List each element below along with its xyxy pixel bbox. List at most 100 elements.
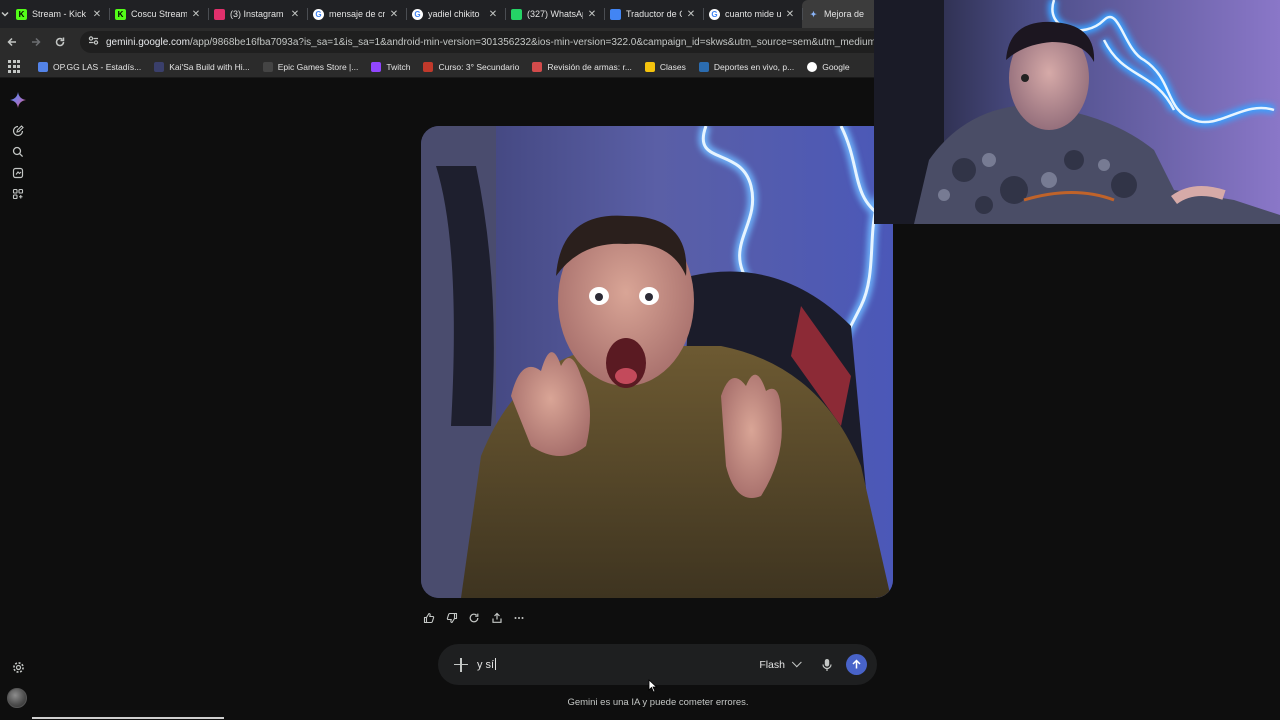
browser-tab[interactable]: K Coscu Stream ✕ xyxy=(109,0,208,28)
disclaimer-text: Gemini es una IA y puede cometer errores… xyxy=(567,697,749,708)
chevron-down-icon xyxy=(791,657,802,668)
close-tab-icon[interactable]: ✕ xyxy=(190,9,202,20)
reload-icon xyxy=(55,37,65,47)
new-chat-icon[interactable] xyxy=(9,122,27,140)
browser-tab[interactable]: (327) WhatsAp ✕ xyxy=(505,0,604,28)
bookmark-favicon-icon xyxy=(644,61,655,72)
bookmark-favicon-icon xyxy=(154,61,165,72)
browser-tab[interactable]: Traductor de G ✕ xyxy=(604,0,703,28)
regenerate-icon[interactable] xyxy=(463,609,485,627)
bookmark-label: Clases xyxy=(659,61,686,72)
site-info-icon[interactable] xyxy=(88,35,99,49)
bookmark-label: Google xyxy=(822,61,850,72)
thumbs-up-icon[interactable] xyxy=(418,609,440,627)
gemini-icon: ✦ xyxy=(810,9,817,19)
bookmark-item[interactable]: Epic Games Store |... xyxy=(262,61,359,72)
bookmark-item[interactable]: OP.GG LAS - Estadís... xyxy=(38,61,142,72)
bookmark-item[interactable]: Twitch xyxy=(371,61,411,72)
close-tab-icon[interactable]: ✕ xyxy=(487,9,499,20)
tab-search-menu-icon[interactable] xyxy=(0,0,10,28)
url-path: /app/9868be16fba7093a?is_sa=1&is_sa=1&an… xyxy=(189,36,880,48)
apps-icon[interactable] xyxy=(9,185,27,203)
more-options-icon[interactable] xyxy=(508,609,530,627)
bookmark-item[interactable]: Curso: 3° Secundario xyxy=(423,61,520,72)
search-icon[interactable] xyxy=(9,143,27,161)
bookmark-item[interactable]: Kai'Sa Build with Hi... xyxy=(154,61,250,72)
tab-title: Traductor de G xyxy=(626,9,682,19)
thumbs-down-icon[interactable] xyxy=(441,609,463,627)
response-actions xyxy=(418,609,531,627)
url-host: gemini.google.com xyxy=(106,36,190,48)
google-icon: G xyxy=(709,8,720,20)
model-label: Flash xyxy=(759,658,785,671)
progress-line xyxy=(32,717,224,719)
close-tab-icon[interactable]: ✕ xyxy=(784,9,796,20)
close-tab-icon[interactable]: ✕ xyxy=(685,9,697,20)
bookmark-label: OP.GG LAS - Estadís... xyxy=(53,61,142,72)
add-attachment-icon[interactable] xyxy=(454,657,468,672)
generated-image[interactable] xyxy=(421,126,893,598)
model-selector[interactable]: Flash xyxy=(759,657,802,671)
bookmark-favicon-icon xyxy=(698,61,709,72)
browser-toolbar: gemini.google.com/app/9868be16fba7093a?i… xyxy=(0,28,880,56)
whatsapp-icon xyxy=(511,8,522,20)
browser-tabstrip: K Stream - Kick ✕ K Coscu Stream ✕ (3) Instagr… xyxy=(0,0,901,28)
browser-tab[interactable]: (3) Instagram ✕ xyxy=(208,0,307,28)
close-tab-icon[interactable]: ✕ xyxy=(289,9,301,20)
browser-tab[interactable]: Gyadiel chikito ✕ xyxy=(406,0,505,28)
arrow-right-icon xyxy=(32,37,41,47)
bookmark-item[interactable]: Google xyxy=(807,61,850,72)
google-icon: G xyxy=(412,8,423,20)
bookmark-favicon-icon xyxy=(532,61,543,72)
bookmark-favicon-icon xyxy=(807,61,818,72)
bookmark-favicon-icon xyxy=(371,61,382,72)
share-icon[interactable] xyxy=(486,609,508,627)
tab-title: cuanto mide u xyxy=(725,9,781,19)
translate-icon xyxy=(610,8,621,20)
bookmark-favicon-icon xyxy=(38,61,48,72)
webcam-overlay xyxy=(874,0,1280,224)
bookmark-label: Curso: 3° Secundario xyxy=(438,61,520,72)
bookmarks-bar: OP.GG LAS - Estadís... Kai'Sa Build with … xyxy=(0,56,880,78)
tab-title: yadiel chikito xyxy=(428,9,480,19)
apps-grid-icon[interactable] xyxy=(8,59,22,74)
url-text: gemini.google.com/app/9868be16fba7093a?i… xyxy=(106,37,880,48)
tab-title: (3) Instagram xyxy=(230,9,284,19)
gems-icon[interactable] xyxy=(9,164,27,182)
address-bar[interactable]: gemini.google.com/app/9868be16fba7093a?i… xyxy=(80,31,880,53)
tab-title: Coscu Stream xyxy=(131,9,187,19)
arrow-up-icon xyxy=(852,659,861,669)
tab-title: mensaje de cr xyxy=(329,9,385,19)
close-tab-icon[interactable]: ✕ xyxy=(388,9,400,20)
bookmark-item[interactable]: Deportes en vivo, p... xyxy=(698,61,795,72)
google-icon: G xyxy=(313,8,324,20)
bookmark-favicon-icon xyxy=(262,61,273,72)
browser-tab[interactable]: Gmensaje de cr ✕ xyxy=(307,0,406,28)
bookmark-item[interactable]: Revisión de armas: r... xyxy=(532,61,632,72)
microphone-icon[interactable] xyxy=(819,657,835,673)
instagram-icon xyxy=(214,8,225,20)
bookmark-item[interactable]: Clases xyxy=(644,61,686,72)
settings-gear-icon[interactable] xyxy=(9,658,27,676)
bookmark-label: Epic Games Store |... xyxy=(277,61,359,72)
prompt-input[interactable]: y sí xyxy=(477,658,759,671)
browser-tab[interactable]: K Stream - Kick ✕ xyxy=(10,0,109,28)
send-button[interactable] xyxy=(846,654,867,675)
kick-icon: K xyxy=(115,8,126,20)
back-button[interactable] xyxy=(0,28,24,56)
bookmark-label: Deportes en vivo, p... xyxy=(713,61,795,72)
bookmark-label: Revisión de armas: r... xyxy=(547,61,632,72)
close-tab-icon[interactable]: ✕ xyxy=(91,9,103,20)
close-tab-icon[interactable]: ✕ xyxy=(586,9,598,20)
forward-button[interactable] xyxy=(24,28,48,56)
gemini-sidebar xyxy=(0,80,36,720)
bookmark-favicon-icon xyxy=(423,61,434,72)
mouse-cursor-icon xyxy=(648,679,658,693)
reload-button[interactable] xyxy=(48,28,72,56)
bookmark-label: Twitch xyxy=(386,61,411,72)
kick-icon: K xyxy=(16,8,27,20)
browser-tab[interactable]: Gcuanto mide u ✕ xyxy=(703,0,802,28)
tab-title: (327) WhatsAp xyxy=(527,9,583,19)
bookmark-label: Kai'Sa Build with Hi... xyxy=(169,61,250,72)
gemini-sparkle-icon[interactable] xyxy=(9,91,27,109)
